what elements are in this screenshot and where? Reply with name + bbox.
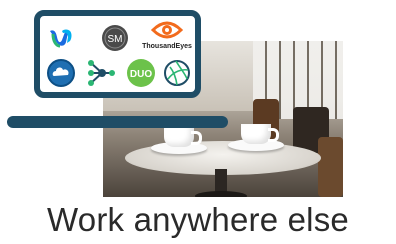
cafe-chair: [318, 137, 343, 197]
accent-bar: [7, 116, 228, 128]
network-graph-icon[interactable]: [86, 58, 116, 88]
headline: Work anywhere else: [47, 201, 349, 238]
cloud-shield-icon[interactable]: [46, 58, 76, 88]
coffee-cup: [164, 127, 202, 147]
sm-icon[interactable]: SM: [100, 23, 130, 53]
thousandeyes-icon[interactable]: ThousandEyes: [142, 20, 192, 50]
table-base: [195, 191, 247, 197]
duo-label: DUO: [130, 69, 152, 80]
globe-icon[interactable]: [162, 58, 192, 88]
duo-icon[interactable]: DUO: [126, 58, 156, 88]
thousandeyes-label: ThousandEyes: [142, 43, 192, 50]
sm-icon-label: SM: [108, 34, 123, 45]
app-tiles-card: SM ThousandEyes DUO: [34, 10, 201, 98]
coffee-cup: [241, 124, 279, 144]
webex-icon[interactable]: [46, 22, 76, 52]
